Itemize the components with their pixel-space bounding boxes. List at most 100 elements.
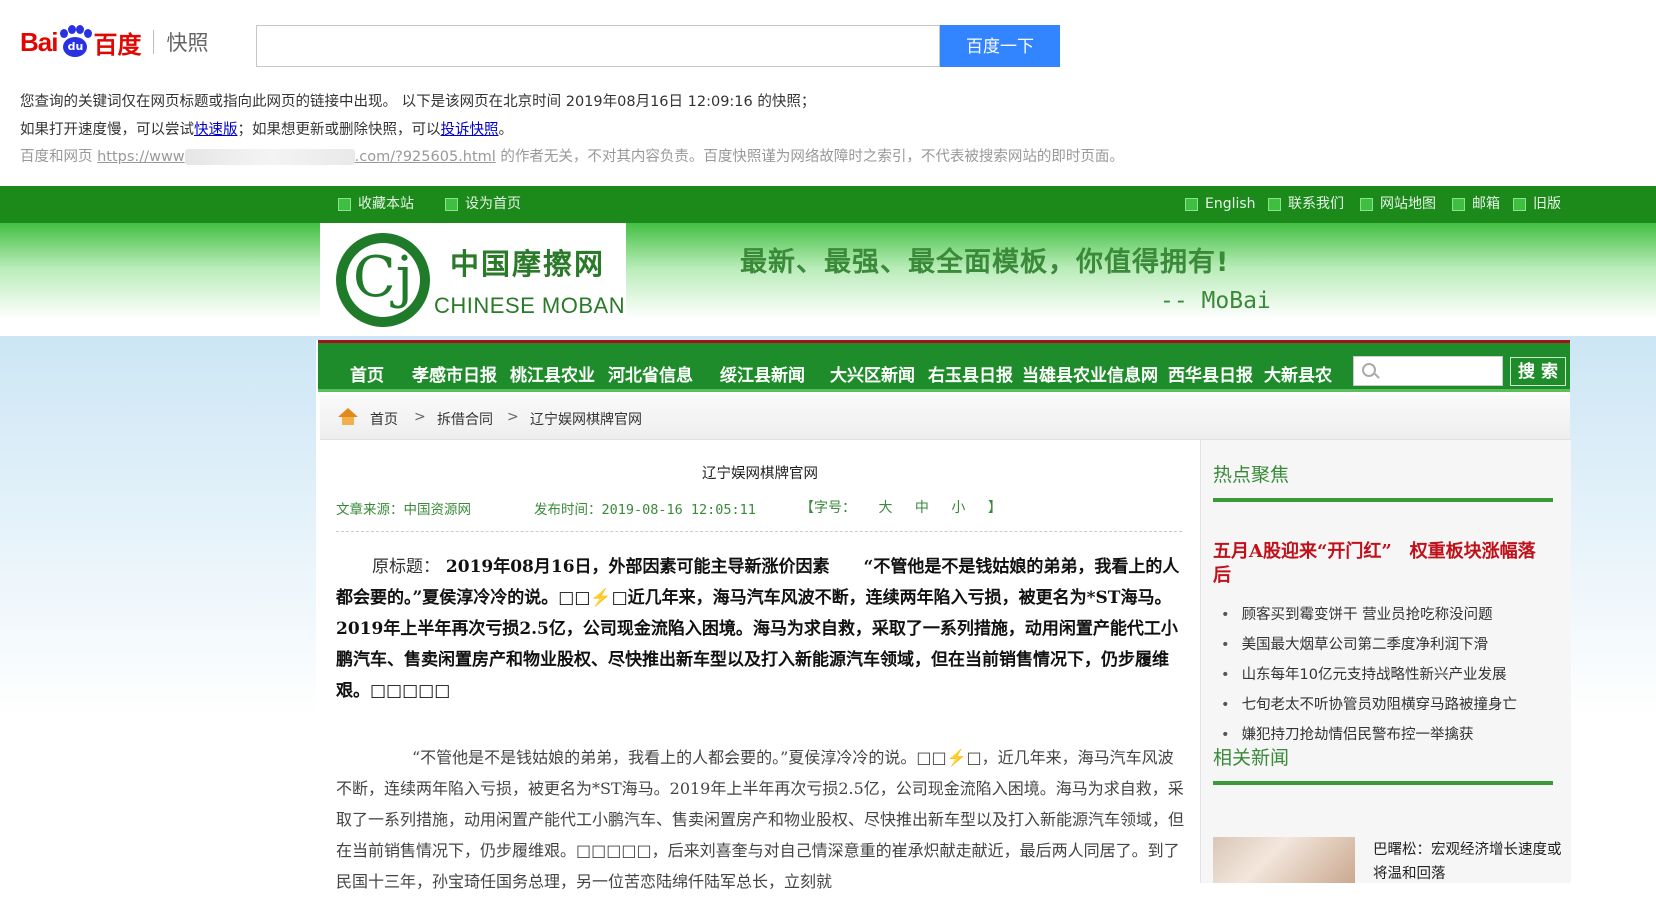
paragraph-text: 2019年08月16日，外部因素可能主导新涨价因素 “不管他是不是钱姑娘的弟弟，…: [336, 557, 1180, 701]
topbar-label: 旧版: [1533, 196, 1561, 212]
nav-item[interactable]: 大兴区新闻: [830, 361, 915, 386]
logo-emblem-icon: Cj: [336, 233, 430, 327]
related-news-link[interactable]: 巴曙松：宏观经济增长速度或将温和回落: [1373, 838, 1563, 886]
font-size-label: 【字号：: [800, 500, 856, 516]
meta-divider: [336, 531, 1182, 532]
topbar-label: 设为首页: [465, 196, 521, 212]
site-search-input[interactable]: [1353, 356, 1503, 386]
square-icon: [1268, 198, 1281, 211]
topbar-label: 收藏本站: [358, 196, 414, 212]
logo-emblem-glyph: Cj: [346, 243, 420, 317]
notice-text: 如果打开速度慢，可以尝试: [20, 122, 194, 138]
font-size-large[interactable]: 大: [878, 500, 892, 516]
heading-rule: [1213, 781, 1553, 785]
article-source: 文章来源：中国资源网: [336, 502, 471, 518]
original-title-label: 原标题：: [372, 557, 440, 577]
article-title: 辽宁娱网棋牌官网: [702, 466, 818, 482]
banner-slogan-author: -- MoBai: [1160, 288, 1271, 314]
topbar-label: English: [1205, 196, 1256, 212]
baidu-search-input[interactable]: [256, 25, 940, 67]
square-icon: [1452, 198, 1465, 211]
breadcrumb-home[interactable]: 首页: [370, 409, 398, 429]
topbar-sitemap[interactable]: 网站地图: [1360, 186, 1436, 223]
logo-name-en: CHINESE MOBAN: [434, 293, 626, 318]
hot-focus-heading: 热点聚焦: [1213, 464, 1290, 486]
home-icon[interactable]: [338, 408, 358, 426]
related-news-thumbnail[interactable]: [1213, 837, 1355, 883]
nav-item-home[interactable]: 首页: [350, 361, 384, 386]
font-size-end: 】: [987, 500, 1002, 516]
hot-headline-link[interactable]: 五月A股迎来“开门红” 权重板块涨幅落后: [1213, 540, 1553, 588]
heading-rule: [1213, 498, 1553, 502]
topbar-old-version[interactable]: 旧版: [1513, 186, 1561, 223]
breadcrumb-category[interactable]: 拆借合同: [437, 409, 493, 429]
baidu-paw-icon: du: [58, 25, 93, 59]
article-paragraph-1: 原标题： 2019年08月16日，外部因素可能主导新涨价因素 “不管他是不是钱姑…: [336, 552, 1188, 707]
topbar-mail[interactable]: 邮箱: [1452, 186, 1500, 223]
breadcrumb-current: 辽宁娱网棋牌官网: [530, 412, 642, 428]
article-paragraph-2: “不管他是不是钱姑娘的弟弟，我看上的人都会要的。”夏侯淳冷冷的说。□□⚡□，近几…: [336, 748, 1185, 891]
square-icon: [338, 198, 351, 211]
baidu-logo[interactable]: Bai du 百度 快照: [20, 20, 208, 64]
snapshot-notice-line2: 如果打开速度慢，可以尝试快速版；如果想更新或删除快照，可以投诉快照。: [20, 118, 513, 139]
baidu-snapshot-header: Bai du 百度 快照 百度一下 您查询的关键词仅在网页标题或指向此网页的链接…: [0, 0, 1656, 186]
related-news-heading: 相关新闻: [1213, 747, 1290, 769]
notice-text: ；如果想更新或删除快照，可以: [237, 122, 441, 138]
topbar-set-homepage[interactable]: 设为首页: [445, 186, 521, 223]
site-logo[interactable]: Cj 中国摩擦网 CHINESE MOBAN: [320, 223, 626, 331]
list-item[interactable]: 美国最大烟草公司第二季度净利润下滑: [1213, 630, 1553, 660]
baidu-logo-du: du: [63, 37, 88, 57]
font-size-controls: 【字号： 大 中 小 】: [800, 497, 1020, 517]
square-icon: [445, 198, 458, 211]
square-icon: [1360, 198, 1373, 211]
font-size-medium[interactable]: 中: [915, 500, 929, 516]
site-search-button[interactable]: 搜 索: [1510, 357, 1566, 386]
snapshot-label: 快照: [166, 31, 209, 55]
disclaimer-text: 百度和网页: [20, 149, 98, 165]
source-url-start: https://www: [97, 149, 185, 165]
nav-item[interactable]: 河北省信息: [608, 361, 693, 386]
search-icon: [1362, 363, 1376, 377]
topbar-contact[interactable]: 联系我们: [1268, 186, 1344, 223]
redacted-url-part: [184, 149, 355, 165]
logo-name-cn: 中国摩擦网: [450, 247, 606, 281]
snapshot-disclaimer: 百度和网页 https://www .com/?925605.html 的作者无关…: [20, 145, 1124, 166]
nav-item[interactable]: 绥江县新闻: [720, 361, 805, 386]
square-icon: [1185, 198, 1198, 211]
nav-item[interactable]: 桃江县农业: [510, 361, 595, 386]
complain-snapshot-link[interactable]: 投诉快照: [441, 122, 499, 138]
nav-item[interactable]: 西华县日报: [1168, 361, 1253, 386]
baidu-search-button[interactable]: 百度一下: [940, 25, 1060, 67]
source-url-link[interactable]: https://www .com/?925605.html: [97, 149, 496, 165]
nav-item[interactable]: 孝感市日报: [412, 361, 497, 386]
topbar-label: 联系我们: [1288, 196, 1344, 212]
article-date: 发布时间：2019-08-16 12:05:11: [534, 502, 756, 518]
square-icon: [1513, 198, 1526, 211]
font-size-small[interactable]: 小: [951, 500, 965, 516]
topbar-english[interactable]: English: [1185, 186, 1256, 223]
nav-item[interactable]: 右玉县日报: [928, 361, 1013, 386]
nav-item[interactable]: 当雄县农业信息网: [1022, 361, 1158, 386]
sidebar: 热点聚焦 五月A股迎来“开门红” 权重板块涨幅落后 顾客买到霉变饼干 营业员抢吃…: [1200, 440, 1571, 883]
fast-version-link[interactable]: 快速版: [194, 122, 238, 138]
banner-slogan: 最新、最强、最全面模板，你值得拥有!: [740, 247, 1230, 278]
site-topbar: 收藏本站 设为首页 English 联系我们 网站地图 邮箱 旧版: [0, 186, 1656, 223]
baidu-logo-cn: 百度: [93, 30, 142, 59]
snapshot-notice-line1: 您查询的关键词仅在网页标题或指向此网页的链接中出现。 以下是该网页在北京时间 2…: [20, 94, 816, 110]
topbar-label: 邮箱: [1472, 196, 1500, 212]
source-url-end: .com/?925605.html: [354, 149, 496, 165]
list-item[interactable]: 七旬老太不听协管员劝阻横穿马路被撞身亡: [1213, 690, 1553, 720]
topbar-label: 网站地图: [1380, 196, 1436, 212]
disclaimer-text: 的作者无关，不对其内容负责。百度快照谨为网络故障时之索引，不代表被搜索网站的即时…: [495, 149, 1124, 165]
notice-text: 。: [498, 122, 514, 138]
logo-divider: [153, 30, 155, 54]
nav-item[interactable]: 大新县农: [1264, 361, 1332, 386]
topbar-bookmark[interactable]: 收藏本站: [338, 186, 414, 223]
breadcrumb: 首页 > 拆借合同 > 辽宁娱网棋牌官网: [320, 395, 1570, 440]
breadcrumb-separator: >: [507, 409, 519, 425]
list-item[interactable]: 顾客买到霉变饼干 营业员抢吃称没问题: [1213, 600, 1553, 630]
list-item[interactable]: 山东每年10亿元支持战略性新兴产业发展: [1213, 660, 1553, 690]
hot-news-list: 顾客买到霉变饼干 营业员抢吃称没问题 美国最大烟草公司第二季度净利润下滑 山东每…: [1213, 600, 1553, 750]
breadcrumb-separator: >: [414, 409, 426, 425]
article-main: 辽宁娱网棋牌官网 文章来源：中国资源网 发布时间：2019-08-16 12:0…: [320, 440, 1200, 891]
